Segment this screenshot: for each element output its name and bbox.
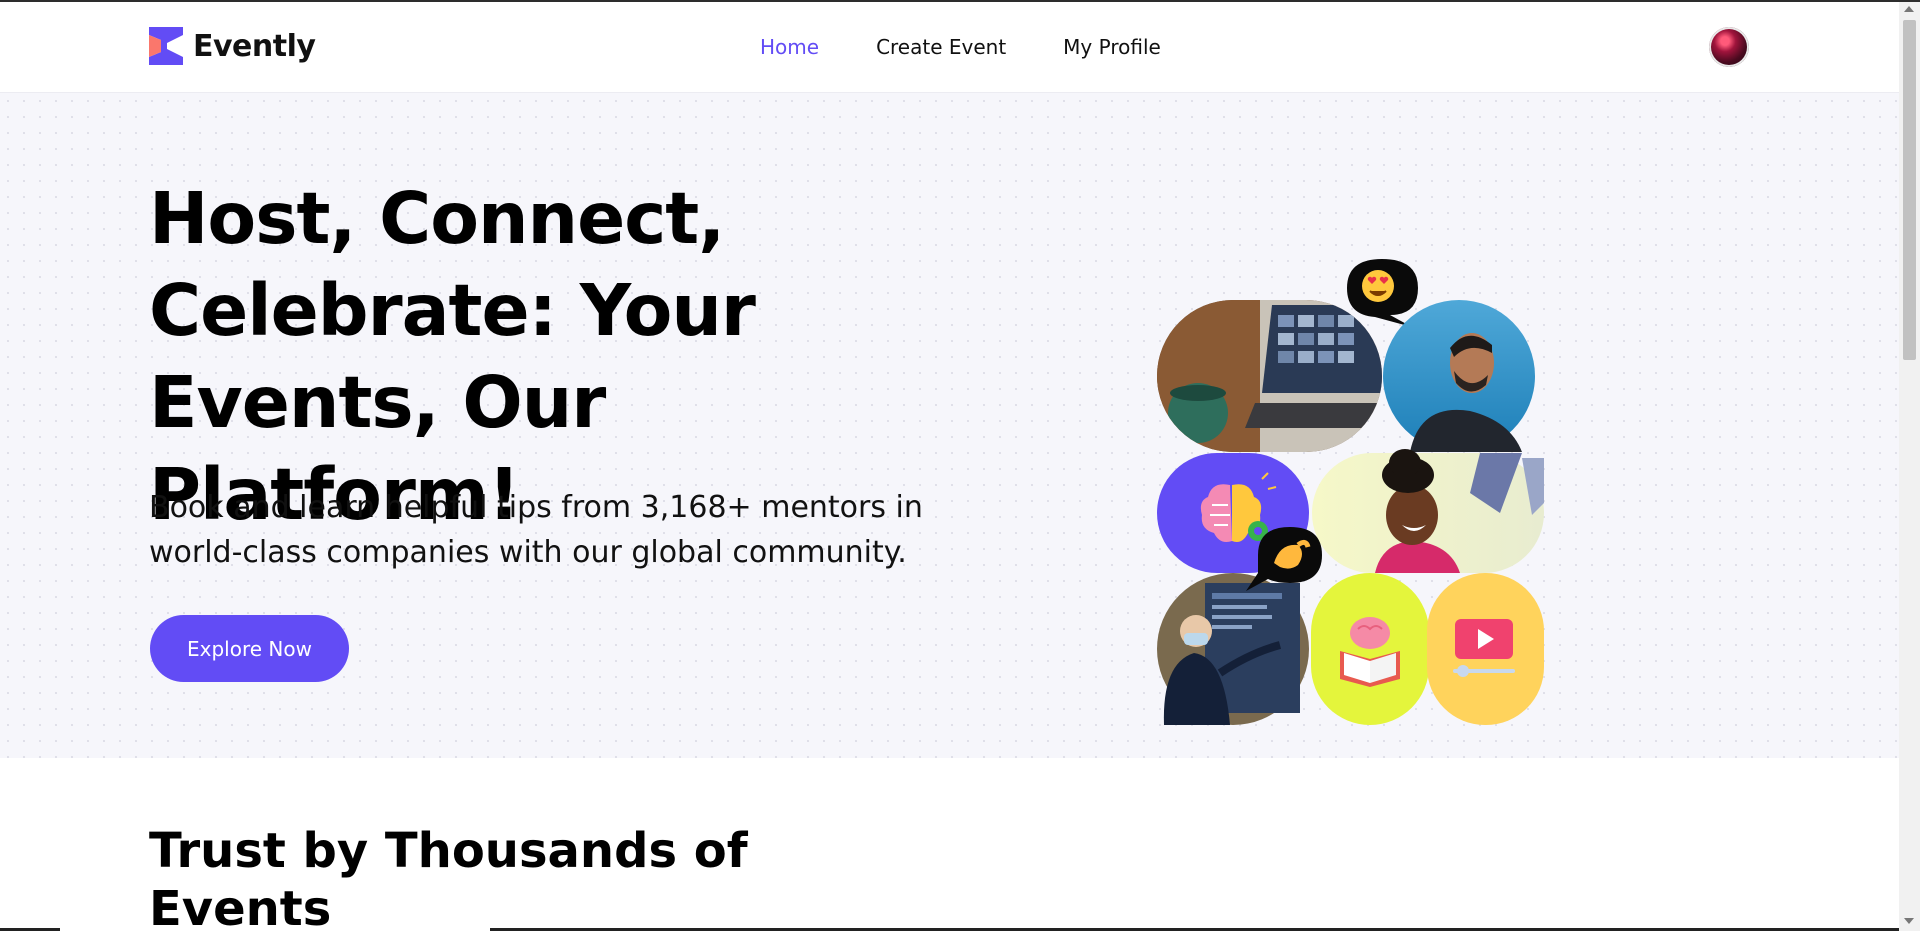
video-play-icon bbox=[1427, 573, 1544, 725]
main-nav: Home Create Event My Profile bbox=[760, 35, 1161, 59]
book-brain-icon bbox=[1311, 573, 1429, 725]
site-header: Evently Home Create Event My Profile bbox=[0, 2, 1899, 93]
explore-now-button[interactable]: Explore Now bbox=[150, 615, 349, 682]
brand-name: Evently bbox=[193, 28, 316, 64]
hero-subtitle: Book and learn helpful tips from 3,168+ … bbox=[149, 490, 923, 570]
brand-logo[interactable]: Evently bbox=[149, 27, 316, 65]
scroll-down-arrow-icon[interactable] bbox=[1904, 918, 1914, 924]
hero-collage bbox=[1157, 259, 1544, 725]
laptop-video-call-photo bbox=[1157, 300, 1382, 452]
user-avatar[interactable] bbox=[1709, 27, 1749, 67]
scrollbar-thumb[interactable] bbox=[1903, 20, 1916, 360]
hero-section: Host, Connect, Celebrate: Your Events, O… bbox=[0, 93, 1899, 758]
nav-create-event[interactable]: Create Event bbox=[876, 35, 1006, 59]
smiling-man-photo bbox=[1383, 300, 1535, 452]
presenter-photo bbox=[1157, 573, 1309, 725]
scroll-up-arrow-icon[interactable] bbox=[1904, 6, 1914, 12]
heart-eyes-emoji bbox=[1347, 259, 1418, 327]
laughing-woman-photo bbox=[1312, 449, 1544, 573]
nav-my-profile[interactable]: My Profile bbox=[1063, 35, 1161, 59]
nav-home[interactable]: Home bbox=[760, 35, 819, 59]
trust-title: Trust by Thousands of Events bbox=[149, 823, 748, 937]
trust-section: Trust by Thousands of Events bbox=[0, 758, 1899, 937]
vertical-scrollbar[interactable] bbox=[1899, 2, 1920, 931]
evently-logo-icon bbox=[149, 27, 183, 65]
